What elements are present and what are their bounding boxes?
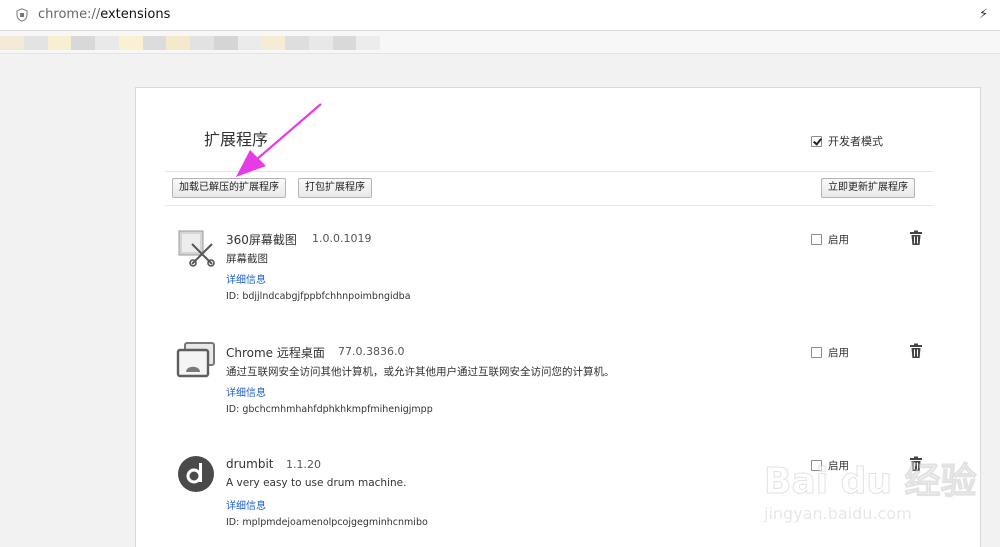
url-path: extensions	[100, 7, 171, 22]
enable-checkbox[interactable]	[811, 347, 822, 358]
extension-name: Chrome 远程桌面	[226, 346, 325, 360]
baidu-watermark: Bai du 经验 jingyan.baidu.com	[764, 434, 978, 534]
pack-extension-button[interactable]: 打包扩展程序	[298, 178, 372, 198]
extension-version: 77.0.3836.0	[338, 345, 405, 358]
url-text[interactable]: chrome://extensions	[38, 7, 170, 22]
extension-description: 屏幕截图	[226, 253, 268, 265]
load-unpacked-button[interactable]: 加载已解压的扩展程序	[172, 178, 286, 198]
screenshot-tool-icon	[178, 230, 215, 267]
trash-icon[interactable]	[909, 343, 923, 359]
shield-icon	[16, 8, 28, 22]
enable-toggle[interactable]: 启用	[811, 232, 849, 247]
url-scheme: chrome://	[38, 7, 101, 22]
address-bar[interactable]: chrome://extensions ⚡	[0, 0, 1000, 31]
enable-label: 启用	[828, 234, 849, 246]
extension-name: 360屏幕截图	[226, 233, 297, 247]
extension-item: 360屏幕截图 1.0.0.1019 屏幕截图 详细信息 ID: bdjjlnd…	[176, 228, 936, 328]
developer-mode-checkbox[interactable]	[811, 135, 822, 147]
update-extensions-button[interactable]: 立即更新扩展程序	[821, 178, 915, 198]
details-link[interactable]: 详细信息	[226, 384, 266, 399]
details-link[interactable]: 详细信息	[226, 497, 266, 512]
extension-version: 1.0.0.1019	[312, 232, 372, 245]
trash-icon[interactable]	[909, 230, 923, 246]
bookmarks-bar	[0, 31, 1000, 54]
enable-label: 启用	[828, 347, 849, 359]
page-title: 扩展程序	[204, 130, 269, 149]
watermark-url: jingyan.baidu.com	[764, 504, 912, 523]
lightning-icon[interactable]: ⚡	[979, 7, 988, 22]
developer-mode-toggle[interactable]: 开发者模式	[811, 133, 883, 149]
extension-item: Chrome 远程桌面 77.0.3836.0 通过互联网安全访问其他计算机，或…	[176, 341, 936, 441]
extension-id: ID: bdjjlndcabgjfppbfchhnpoimbngidba	[226, 291, 411, 302]
divider	[165, 205, 933, 206]
extension-description: A very easy to use drum machine.	[226, 477, 407, 489]
extension-id: ID: mplpmdejoamenolpcojgegminhcnmibo	[226, 517, 428, 528]
extension-name: drumbit	[226, 457, 274, 471]
extension-description: 通过互联网安全访问其他计算机，或允许其他用户通过互联网安全访问您的计算机。	[226, 366, 615, 378]
details-link[interactable]: 详细信息	[226, 271, 266, 286]
divider	[165, 171, 933, 172]
extension-id: ID: gbchcmhmhahfdphkhkmpfmihenigjmpp	[226, 404, 433, 415]
blurred-bookmarks	[0, 36, 380, 50]
watermark-logo: Bai du 经验	[764, 461, 978, 503]
enable-checkbox[interactable]	[811, 234, 822, 245]
developer-mode-label: 开发者模式	[828, 135, 883, 148]
drumbit-d-icon	[178, 456, 214, 492]
extension-version: 1.1.20	[286, 458, 321, 471]
enable-toggle[interactable]: 启用	[811, 345, 849, 360]
remote-desktop-icon	[176, 342, 215, 378]
